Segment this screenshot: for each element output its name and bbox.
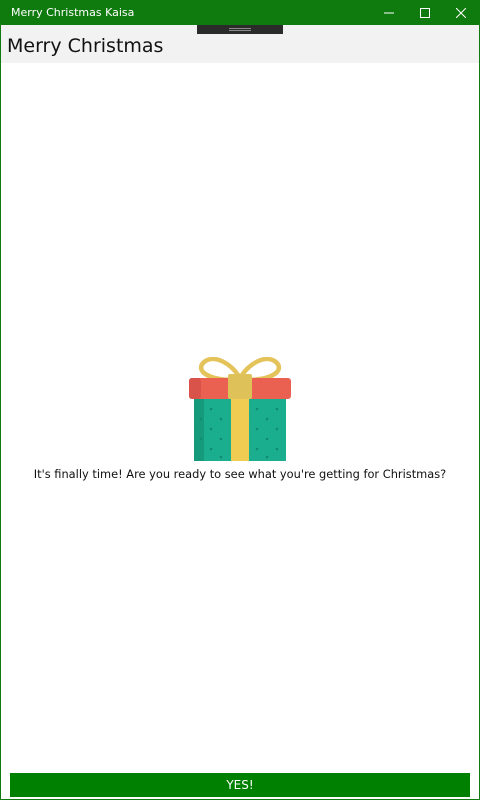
drag-handle[interactable] — [197, 25, 283, 34]
minimize-button[interactable] — [371, 1, 407, 25]
yes-button[interactable]: YES! — [10, 773, 470, 797]
app-window: Merry Christmas Kaisa Merry Christmas It… — [0, 0, 480, 800]
page-title: Merry Christmas — [7, 35, 164, 57]
close-button[interactable] — [443, 1, 479, 25]
maximize-icon — [420, 8, 430, 18]
window-controls — [371, 1, 479, 25]
title-bar[interactable]: Merry Christmas Kaisa — [1, 1, 479, 25]
window-title: Merry Christmas Kaisa — [11, 6, 135, 19]
minimize-icon — [384, 12, 394, 14]
gift-image — [187, 356, 293, 461]
gift-box-icon — [189, 356, 291, 461]
close-icon — [456, 8, 466, 18]
grip-icon — [229, 28, 251, 31]
gift-message: It's finally time! Are you ready to see … — [33, 467, 447, 481]
maximize-button[interactable] — [407, 1, 443, 25]
